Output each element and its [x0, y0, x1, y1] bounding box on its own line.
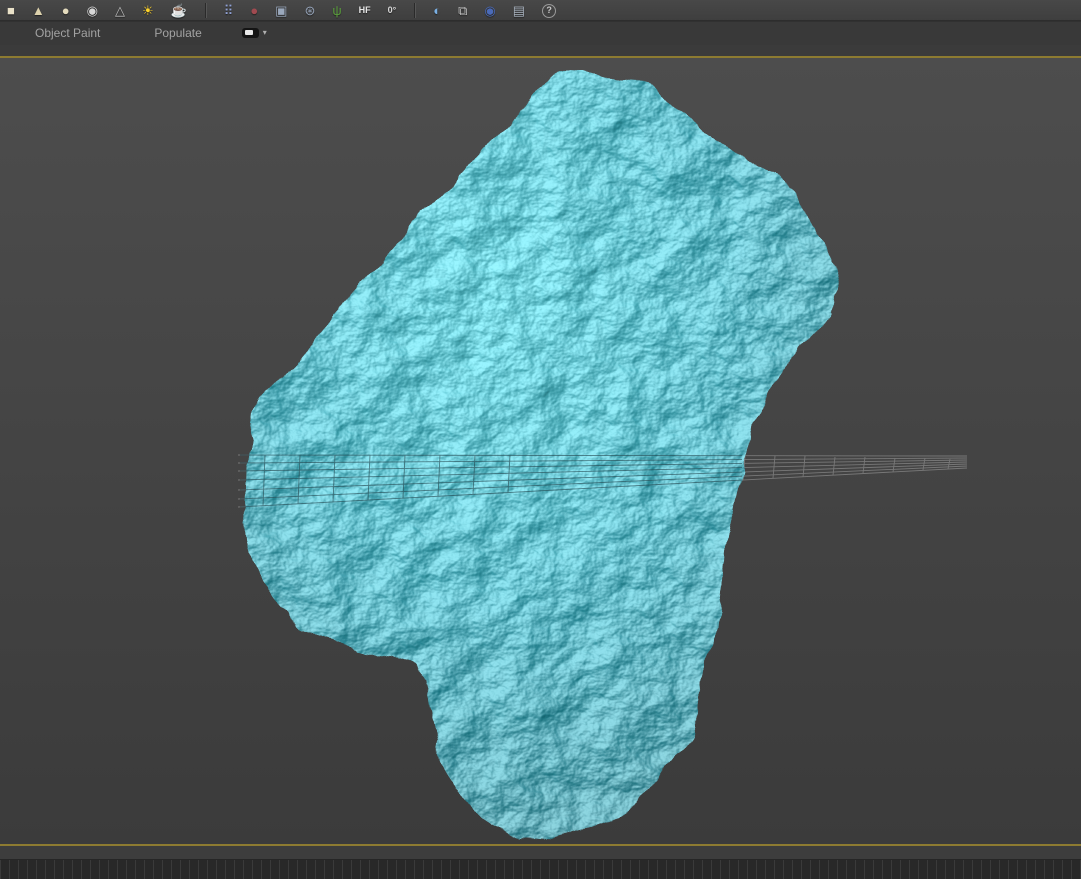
tab-object-paint[interactable]: Object Paint [35, 26, 100, 40]
toolbar-separator [414, 3, 416, 18]
shaded-sphere-icon[interactable]: ◐ [433, 4, 441, 17]
ribbon-gap [0, 45, 1081, 56]
viewport-canvas[interactable] [0, 58, 1081, 844]
teapot-icon[interactable]: ☕ [171, 4, 187, 17]
3dsmax-window: ■ ▲ ● ◉ △ ☀ ☕ ⠿ ● ▣ ⊛ ψ HF 0° ◐ ⧉ ◉ ▤? Object Paint Popul… [0, 0, 1081, 879]
foliage-icon[interactable]: ψ [332, 4, 341, 17]
cone-icon[interactable]: ▲ [32, 4, 45, 17]
ribbon-toggle-icon [241, 28, 259, 38]
chevron-down-icon: ▾ [262, 28, 267, 37]
image-plane-icon[interactable]: ▣ [275, 4, 287, 17]
ribbon-tab-row: Object Paint Populate ▾ [0, 21, 1081, 45]
paint-sphere-icon[interactable]: ● [250, 4, 258, 17]
tab-populate[interactable]: Populate [154, 26, 201, 40]
viewport-layout-icon[interactable]: ⧉ [458, 4, 467, 17]
geosphere-icon[interactable]: ◉ [87, 4, 98, 17]
rock-mesh-object[interactable] [244, 75, 838, 838]
height-field-icon[interactable]: HF [359, 6, 371, 15]
gear-flower-icon[interactable]: ⊛ [304, 4, 315, 17]
pyramid-icon[interactable]: △ [115, 4, 125, 17]
viewport[interactable] [0, 58, 1081, 844]
standard-box-icon[interactable]: ■ [7, 4, 15, 17]
toolbar-separator [204, 3, 206, 18]
ribbon-display-toggle[interactable]: ▾ [241, 28, 267, 38]
angle-icon[interactable]: 0° [388, 6, 397, 15]
scene-orb-icon[interactable]: ◉ [484, 4, 495, 17]
display-monitor-icon[interactable]: ▤ [513, 4, 525, 17]
help-icon[interactable]: ? [542, 3, 557, 18]
array-scatter-icon[interactable]: ⠿ [224, 4, 234, 17]
sunlight-icon[interactable]: ☀ [142, 4, 154, 17]
track-bar[interactable] [0, 860, 1081, 879]
status-gap [0, 846, 1081, 860]
main-toolbar: ■ ▲ ● ◉ △ ☀ ☕ ⠿ ● ▣ ⊛ ψ HF 0° ◐ ⧉ ◉ ▤? [0, 0, 1081, 21]
sphere-icon[interactable]: ● [62, 4, 70, 17]
